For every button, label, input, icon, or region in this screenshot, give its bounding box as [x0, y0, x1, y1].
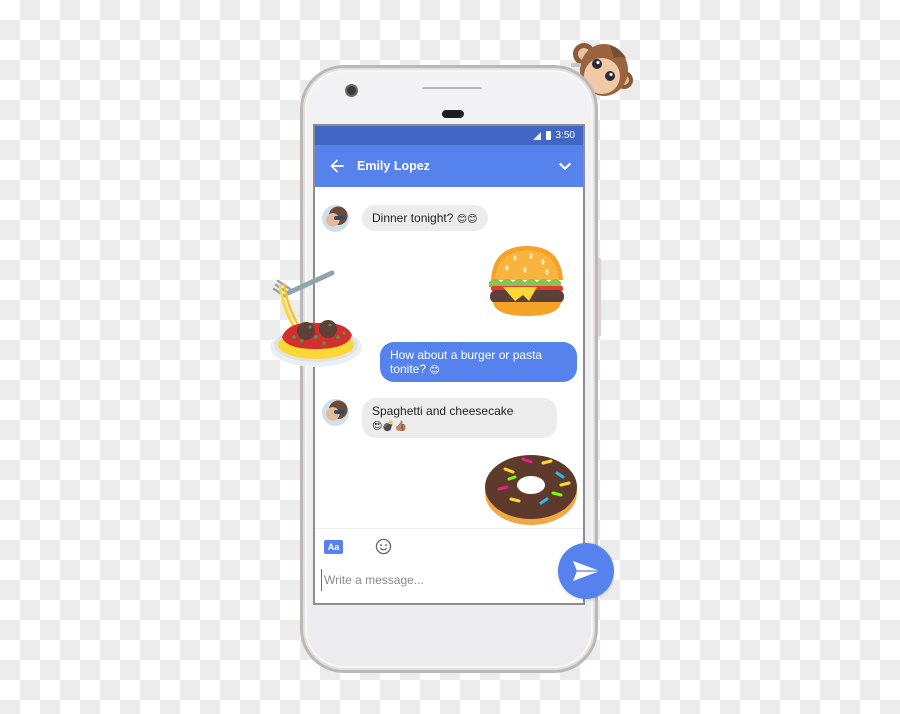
contact-name: Emily Lopez — [357, 159, 430, 173]
message-bubble-outgoing: How about a burger or pasta tonite? 😊 — [380, 342, 577, 382]
send-icon — [573, 561, 600, 581]
battery-icon — [545, 131, 551, 140]
text-format-button[interactable]: Aa — [324, 540, 343, 554]
status-bar: 3:50 — [315, 126, 583, 145]
arrow-left-icon[interactable] — [327, 156, 347, 176]
message-emoji: 😊 — [429, 365, 440, 376]
speaker-grille — [422, 87, 482, 92]
message-composer: Aa — [315, 528, 583, 603]
phone-power-button — [571, 63, 581, 67]
earpiece — [442, 110, 464, 118]
message-text: Dinner tonight? — [372, 211, 454, 225]
chevron-down-icon[interactable] — [557, 158, 573, 174]
contact-avatar — [322, 399, 349, 426]
send-button[interactable] — [558, 543, 614, 599]
message-emoji: 😊😊 — [456, 214, 478, 225]
spaghetti-sticker — [270, 270, 362, 367]
signal-icon — [532, 131, 541, 140]
conversation-header: Emily Lopez — [315, 145, 583, 187]
message-bubble-incoming: Dinner tonight? 😊😊 — [362, 205, 488, 231]
contact-avatar — [322, 205, 349, 232]
message-bubble-incoming: Spaghetti and cheesecake 😍💣👍🏽 — [362, 398, 557, 438]
phone-volume-button — [598, 258, 601, 336]
message-text: Spaghetti and cheesecake — [372, 404, 514, 418]
hamburger-sticker — [489, 246, 564, 316]
message-text: How about a burger or pasta tonite? — [390, 348, 543, 376]
message-emoji: 😍💣👍🏽 — [372, 421, 408, 432]
status-time: 3:50 — [555, 130, 575, 141]
front-camera — [345, 84, 358, 97]
doughnut-sticker — [485, 455, 577, 525]
smiley-icon[interactable] — [375, 538, 392, 555]
message-input[interactable] — [321, 569, 541, 591]
